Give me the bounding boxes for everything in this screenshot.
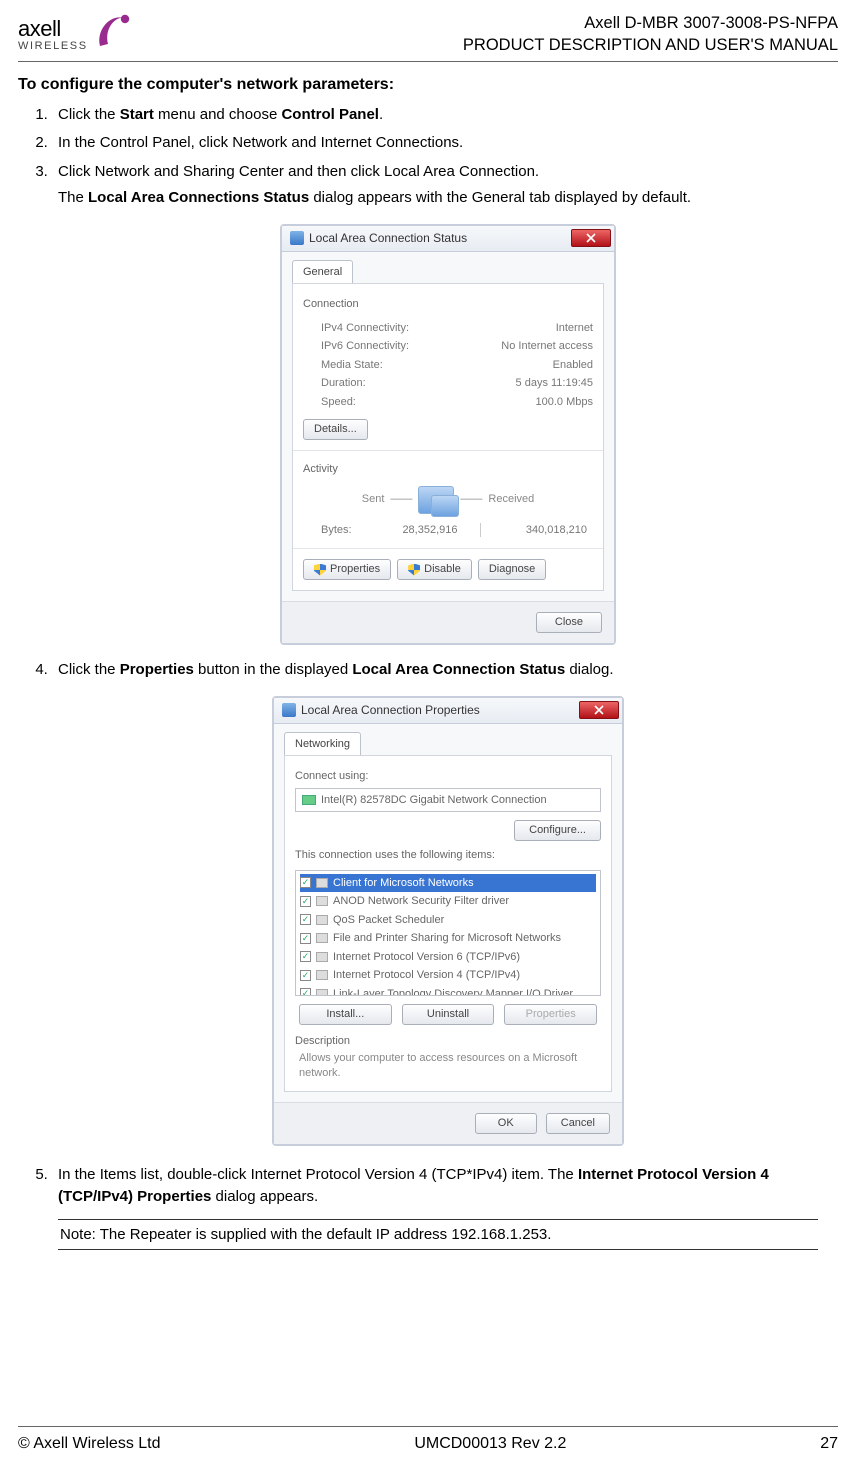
list-item[interactable]: ✓Client for Microsoft Networks xyxy=(300,874,596,893)
footer-page-number: 27 xyxy=(820,1435,838,1453)
footer-copyright: © Axell Wireless Ltd xyxy=(18,1435,161,1453)
brand-swirl-icon xyxy=(94,10,134,52)
adapter-field[interactable]: Intel(R) 82578DC Gigabit Network Connect… xyxy=(295,788,601,813)
list-item[interactable]: ✓ANOD Network Security Filter driver xyxy=(300,892,596,911)
brand-name: axell xyxy=(18,16,88,42)
note-box: Note: The Repeater is supplied with the … xyxy=(58,1219,818,1250)
step-5: In the Items list, double-click Internet… xyxy=(52,1164,838,1209)
step-3: Click Network and Sharing Center and the… xyxy=(52,161,838,646)
bytes-row: Bytes: 28,352,916 340,018,210 xyxy=(303,522,593,539)
section-title: To configure the computer's network para… xyxy=(18,76,838,94)
lac-properties-dialog: Local Area Connection Properties Network… xyxy=(272,696,624,1146)
description-text: Allows your computer to access resources… xyxy=(295,1049,601,1081)
diagnose-button[interactable]: Diagnose xyxy=(478,559,546,580)
item-properties-button[interactable]: Properties xyxy=(504,1004,597,1025)
row-speed: Speed:100.0 Mbps xyxy=(303,393,593,412)
close-dialog-button[interactable]: Close xyxy=(536,612,602,633)
tab-general[interactable]: General xyxy=(292,260,353,284)
activity-graphic: Sent —— —— Received xyxy=(303,486,593,514)
brand-logo: axell WIRELESS xyxy=(18,10,134,52)
list-item[interactable]: ✓Internet Protocol Version 4 (TCP/IPv4) xyxy=(300,966,596,985)
uninstall-button[interactable]: Uninstall xyxy=(402,1004,495,1025)
dialog-titlebar: Local Area Connection Properties xyxy=(274,698,622,724)
details-button[interactable]: Details... xyxy=(303,419,368,440)
list-item[interactable]: ✓QoS Packet Scheduler xyxy=(300,911,596,930)
doc-title: PRODUCT DESCRIPTION AND USER'S MANUAL xyxy=(463,34,838,56)
items-label: This connection uses the following items… xyxy=(295,847,601,864)
list-item[interactable]: ✓File and Printer Sharing for Microsoft … xyxy=(300,929,596,948)
component-icon xyxy=(316,896,328,906)
row-media: Media State:Enabled xyxy=(303,356,593,375)
footer-revision: UMCD00013 Rev 2.2 xyxy=(414,1435,566,1453)
row-ipv4: IPv4 Connectivity:Internet xyxy=(303,319,593,338)
page-footer: © Axell Wireless Ltd UMCD00013 Rev 2.2 2… xyxy=(18,1426,838,1453)
step-1: Click the Start menu and choose Control … xyxy=(52,104,838,127)
list-item[interactable]: ✓Internet Protocol Version 6 (TCP/IPv6) xyxy=(300,948,596,967)
monitors-icon xyxy=(418,486,454,514)
connect-using-label: Connect using: xyxy=(295,768,601,785)
shield-icon xyxy=(314,564,326,576)
row-duration: Duration:5 days 11:19:45 xyxy=(303,374,593,393)
lac-status-dialog: Local Area Connection Status General Con… xyxy=(280,224,616,646)
component-icon xyxy=(316,933,328,943)
close-button[interactable] xyxy=(579,701,619,719)
component-icon xyxy=(316,878,328,888)
configure-button[interactable]: Configure... xyxy=(514,820,601,841)
steps-list: Click the Start menu and choose Control … xyxy=(18,104,838,1209)
step-4: Click the Properties button in the displ… xyxy=(52,659,838,1146)
activity-group-label: Activity xyxy=(303,461,593,478)
list-item[interactable]: ✓Link-Layer Topology Discovery Mapper I/… xyxy=(300,985,596,996)
row-ipv6: IPv6 Connectivity:No Internet access xyxy=(303,337,593,356)
cancel-button[interactable]: Cancel xyxy=(546,1113,610,1134)
items-listbox[interactable]: ✓Client for Microsoft Networks ✓ANOD Net… xyxy=(295,870,601,996)
properties-button[interactable]: Properties xyxy=(303,559,391,580)
close-button[interactable] xyxy=(571,229,611,247)
connection-group-label: Connection xyxy=(303,296,593,313)
ok-button[interactable]: OK xyxy=(475,1113,537,1134)
component-icon xyxy=(316,970,328,980)
nic-icon xyxy=(302,795,316,805)
disable-button[interactable]: Disable xyxy=(397,559,472,580)
component-icon xyxy=(316,952,328,962)
doc-code: Axell D-MBR 3007-3008-PS-NFPA xyxy=(463,12,838,34)
page-header: axell WIRELESS Axell D-MBR 3007-3008-PS-… xyxy=(18,10,838,62)
network-icon xyxy=(282,703,296,717)
tab-networking[interactable]: Networking xyxy=(284,732,361,756)
doc-header-right: Axell D-MBR 3007-3008-PS-NFPA PRODUCT DE… xyxy=(463,10,838,57)
install-button[interactable]: Install... xyxy=(299,1004,392,1025)
component-icon xyxy=(316,915,328,925)
description-label: Description xyxy=(295,1033,601,1050)
brand-subtitle: WIRELESS xyxy=(18,40,88,52)
dialog-title: Local Area Connection Properties xyxy=(301,701,480,719)
network-icon xyxy=(290,231,304,245)
component-icon xyxy=(316,989,328,996)
dialog-titlebar: Local Area Connection Status xyxy=(282,226,614,252)
dialog-title: Local Area Connection Status xyxy=(309,229,467,247)
shield-icon xyxy=(408,564,420,576)
step-2: In the Control Panel, click Network and … xyxy=(52,132,838,155)
